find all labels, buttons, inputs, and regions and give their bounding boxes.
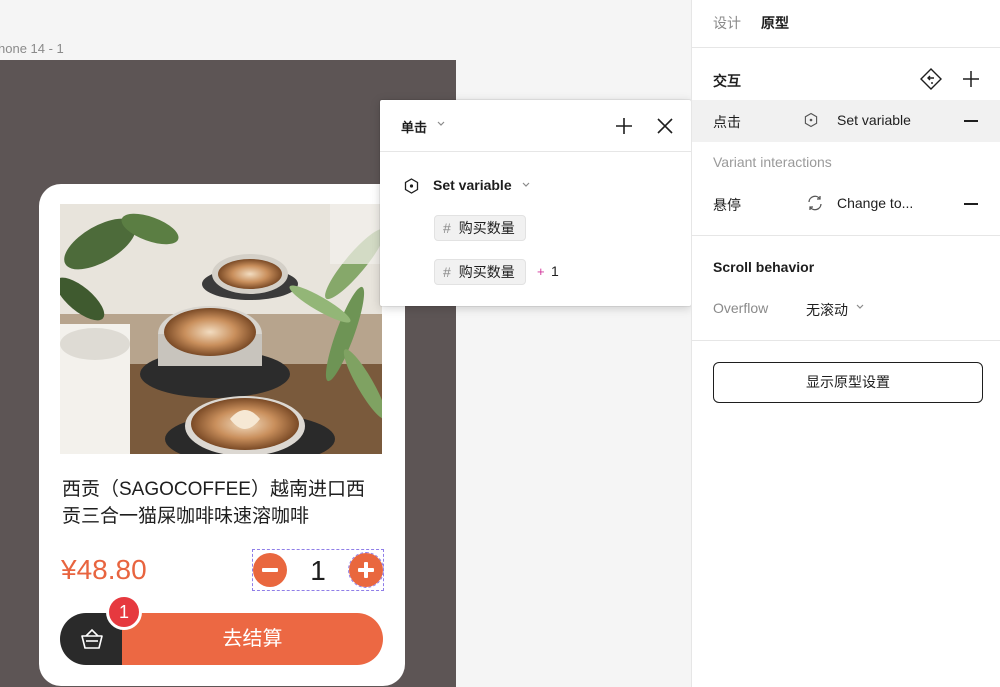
interaction-popover[interactable]: 单击 Set variable # 购买数量 # 购买数量 + 1 (380, 100, 691, 306)
variable-icon (404, 178, 419, 194)
expression-variable-name: 购买数量 (458, 264, 515, 280)
increase-quantity-button[interactable] (348, 552, 384, 588)
overflow-dropdown[interactable]: 无滚动 (806, 300, 848, 320)
plus-icon (358, 562, 374, 578)
shopping-basket-icon (81, 628, 103, 649)
action-dropdown[interactable]: Set variable (433, 177, 512, 193)
tab-design[interactable]: 设计 (713, 13, 741, 33)
canvas[interactable]: hone 14 - 1 西贡（SAGOCOFFEE）越南进口西贡三合一猫屎咖啡味… (0, 0, 691, 687)
product-photo[interactable] (60, 204, 382, 454)
show-prototype-settings-button[interactable]: 显示原型设置 (713, 362, 983, 403)
change-to-icon (808, 195, 822, 211)
divider (692, 47, 1000, 48)
divider (692, 235, 1000, 236)
interaction-action-hover[interactable]: Change to... (837, 195, 913, 211)
popover-header: 单击 (380, 100, 691, 152)
remove-interaction-icon[interactable] (964, 203, 978, 205)
variant-interactions-label: Variant interactions (713, 154, 832, 170)
scroll-behavior-title: Scroll behavior (713, 259, 815, 275)
remove-interaction-icon[interactable] (964, 120, 978, 122)
flow-starting-point-icon[interactable] (919, 67, 943, 91)
minus-icon (262, 568, 278, 572)
add-action-icon[interactable] (615, 117, 633, 135)
interaction-trigger: 点击 (713, 114, 741, 130)
chevron-down-icon[interactable] (437, 121, 445, 127)
chevron-down-icon[interactable] (522, 182, 530, 188)
add-interaction-icon[interactable] (962, 70, 980, 88)
divider (692, 340, 1000, 341)
variable-icon (804, 112, 818, 128)
properties-panel: 设计 原型 交互 点击 Set variable Variant interac… (691, 0, 1000, 687)
expression-variable-chip[interactable]: # 购买数量 (434, 259, 526, 285)
tab-prototype[interactable]: 原型 (761, 13, 789, 33)
interaction-trigger-hover[interactable]: 悬停 (713, 195, 741, 215)
cart-count-badge[interactable]: 1 (106, 594, 142, 630)
frame-label[interactable]: hone 14 - 1 (0, 41, 64, 56)
product-price[interactable]: ¥48.80 (61, 554, 147, 586)
expression-value[interactable]: 1 (551, 263, 559, 279)
expression-operator[interactable]: + (537, 264, 545, 279)
interactions-section-title: 交互 (713, 73, 741, 89)
trigger-dropdown[interactable]: 单击 (401, 117, 427, 136)
number-variable-icon: # (443, 264, 451, 280)
overflow-label: Overflow (713, 300, 769, 316)
quantity-value[interactable]: 1 (303, 555, 333, 587)
checkout-button[interactable]: 去结算 (122, 613, 383, 665)
product-card[interactable]: 西贡（SAGOCOFFEE）越南进口西贡三合一猫屎咖啡味速溶咖啡 ¥48.80 … (39, 184, 405, 686)
quantity-stepper[interactable]: 1 (252, 549, 384, 591)
target-variable-name: 购买数量 (458, 220, 515, 236)
number-variable-icon: # (443, 220, 451, 236)
close-icon[interactable] (656, 117, 674, 135)
product-title[interactable]: 西贡（SAGOCOFFEE）越南进口西贡三合一猫屎咖啡味速溶咖啡 (62, 476, 382, 530)
decrease-quantity-button[interactable] (253, 553, 287, 587)
interaction-row-click[interactable]: 点击 Set variable (692, 100, 1000, 142)
interaction-action: Set variable (837, 112, 911, 128)
target-variable-chip[interactable]: # 购买数量 (434, 215, 526, 241)
chevron-down-icon[interactable] (856, 304, 864, 310)
